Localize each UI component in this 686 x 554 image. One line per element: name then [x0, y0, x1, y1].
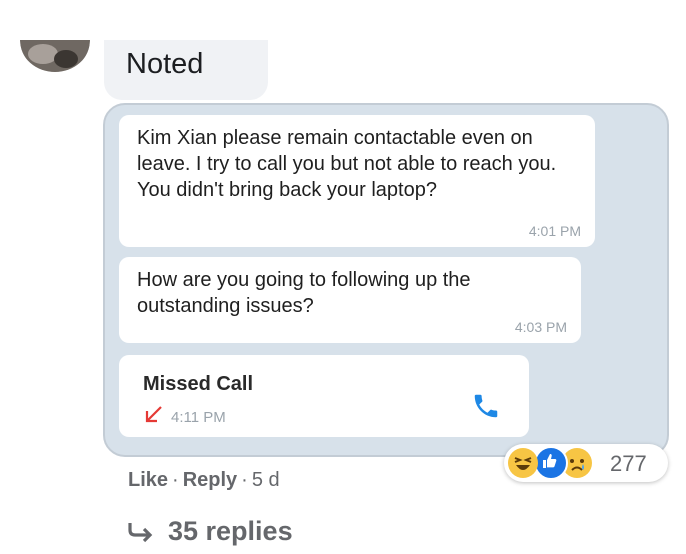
- message-time: 4:01 PM: [528, 223, 581, 239]
- reply-link[interactable]: Reply: [183, 469, 237, 491]
- missed-call-message: Missed Call 4:11 PM: [119, 355, 529, 437]
- message-text: How are you going to following up the ou…: [137, 269, 471, 317]
- missed-call-title: Missed Call: [143, 373, 254, 395]
- reaction-count: 277: [610, 451, 647, 476]
- reply-comment-bubble: Noted: [104, 40, 268, 100]
- avatar-shape: [54, 50, 78, 68]
- chat-message: How are you going to following up the ou…: [119, 257, 581, 343]
- chat-message: Kim Xian please remain contactable even …: [119, 115, 595, 247]
- reply-comment-text: Noted: [126, 48, 204, 80]
- like-emoji-icon: [534, 446, 568, 480]
- replies-count-label: 35 replies: [168, 516, 293, 546]
- like-link[interactable]: Like: [128, 469, 168, 491]
- separator: ·: [172, 469, 179, 491]
- message-text: Kim Xian please remain contactable even …: [137, 127, 557, 201]
- missed-call-time: 4:11 PM: [171, 409, 226, 426]
- comment-actions: Like · Reply · 5 d: [128, 469, 280, 492]
- reaction-summary[interactable]: 277: [504, 444, 668, 482]
- avatar[interactable]: [20, 40, 90, 72]
- missed-call-arrow-icon: [145, 406, 162, 423]
- comment-age: 5 d: [251, 469, 280, 491]
- chat-screenshot: Kim Xian please remain contactable even …: [103, 103, 669, 457]
- laugh-emoji-icon: [508, 448, 538, 478]
- view-replies-button[interactable]: 35 replies: [126, 516, 293, 547]
- separator: ·: [241, 469, 248, 491]
- reply-arrow-icon: [128, 522, 153, 542]
- message-time: 4:03 PM: [514, 319, 567, 335]
- phone-icon: [474, 394, 498, 418]
